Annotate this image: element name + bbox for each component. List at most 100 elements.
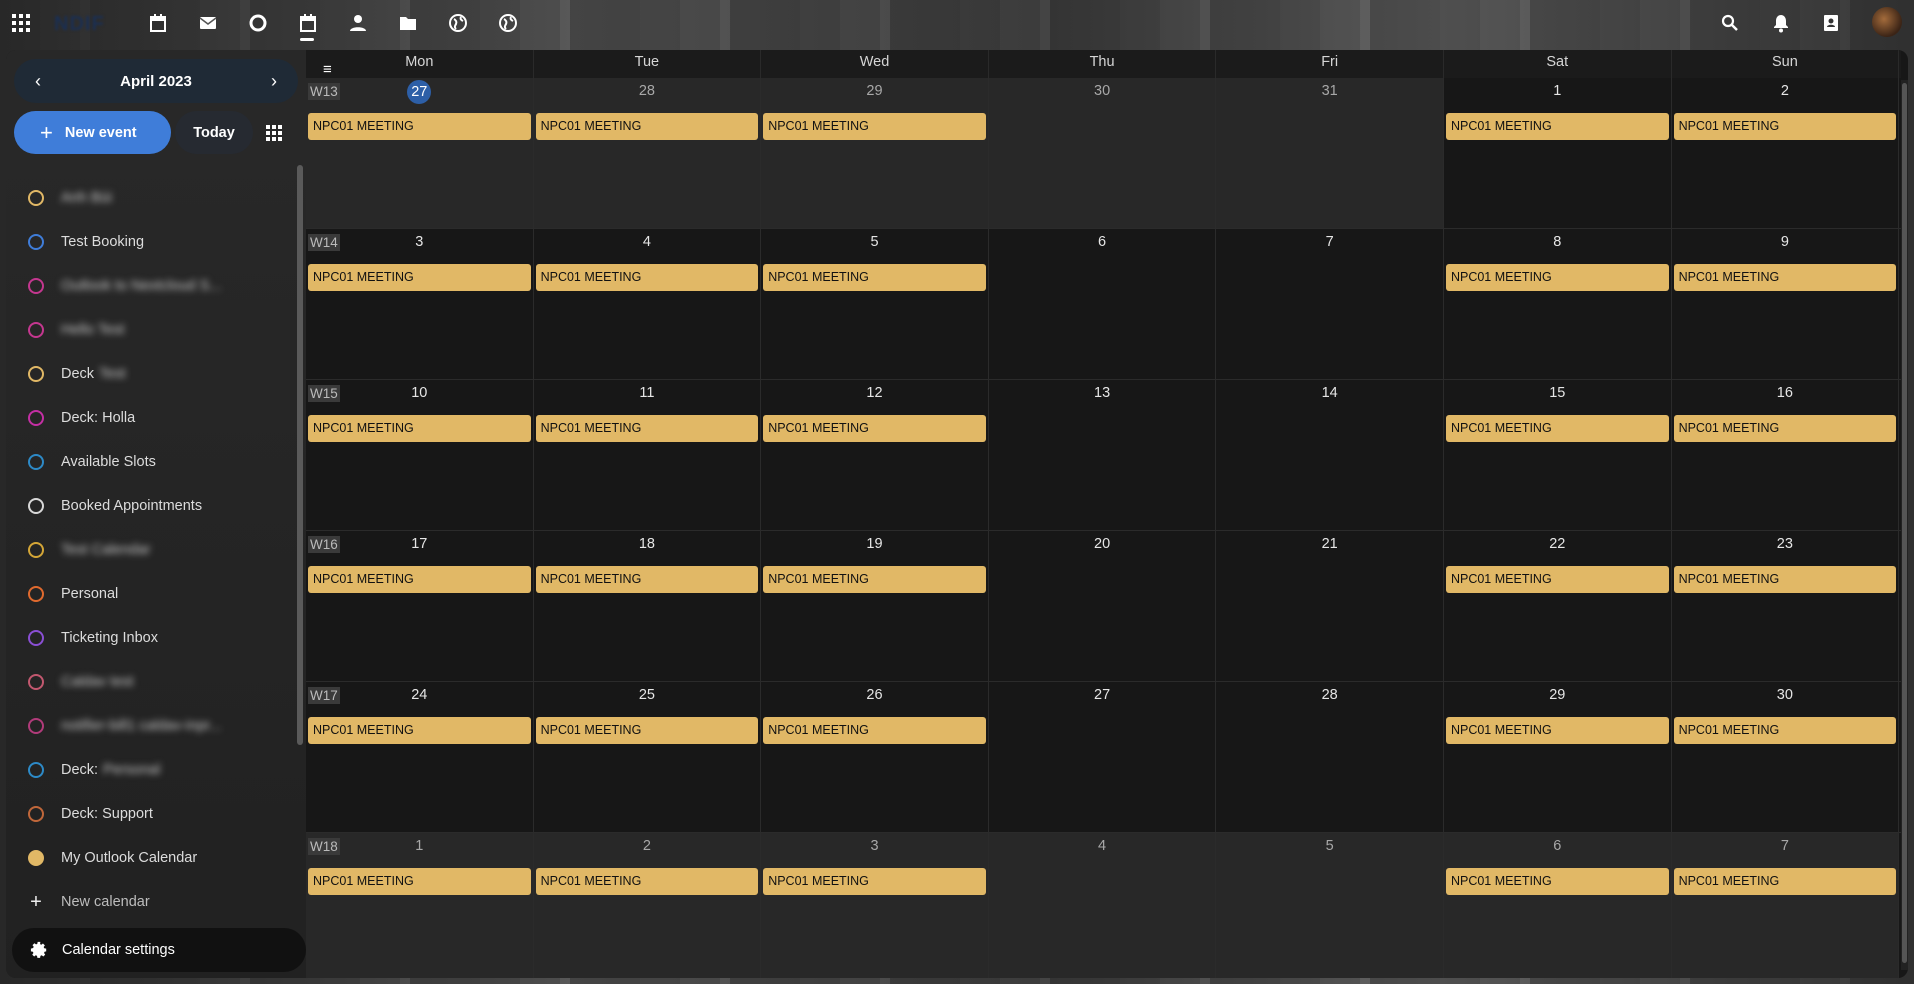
- calendar-event[interactable]: NPC01 MEETING: [763, 113, 986, 140]
- calendar-color-dot[interactable]: [28, 234, 44, 250]
- day-number[interactable]: 10: [306, 385, 533, 401]
- day-cell[interactable]: 29 NPC01 MEETING: [761, 78, 989, 228]
- day-cell[interactable]: 28 NPC01 MEETING: [533, 78, 762, 228]
- calendar-event[interactable]: NPC01 MEETING: [308, 415, 531, 442]
- calendar-color-dot[interactable]: [28, 674, 44, 690]
- bell-icon[interactable]: [1769, 11, 1793, 35]
- day-cell[interactable]: 17 NPC01 MEETING: [306, 531, 534, 681]
- day-cell[interactable]: 23 NPC01 MEETING: [1672, 531, 1900, 681]
- day-cell[interactable]: 27: [989, 682, 1217, 832]
- day-number[interactable]: 29: [1444, 687, 1671, 703]
- calendar-app-icon[interactable]: [146, 11, 170, 35]
- day-cell[interactable]: 11 NPC01 MEETING: [534, 380, 762, 530]
- day-number[interactable]: 3: [306, 234, 533, 250]
- view-grid-icon[interactable]: [262, 121, 284, 143]
- day-number[interactable]: 27: [989, 687, 1216, 703]
- day-number[interactable]: 21: [1216, 536, 1443, 552]
- day-number[interactable]: 1: [1444, 83, 1671, 99]
- calendar-event[interactable]: NPC01 MEETING: [1673, 264, 1897, 291]
- calendar-event[interactable]: NPC01 MEETING: [763, 717, 986, 744]
- day-cell[interactable]: 27 NPC01 MEETING: [306, 78, 534, 228]
- calendar-color-dot[interactable]: [28, 806, 44, 822]
- day-number[interactable]: 20: [989, 536, 1216, 552]
- calendar-item[interactable]: Ticketing Inbox: [6, 616, 296, 660]
- calendar-event[interactable]: NPC01 MEETING: [308, 868, 531, 895]
- calendar-item[interactable]: Hello Test: [6, 308, 296, 352]
- day-number[interactable]: 18: [534, 536, 761, 552]
- calendar-event[interactable]: NPC01 MEETING: [535, 264, 759, 291]
- calendar-event[interactable]: NPC01 MEETING: [535, 566, 759, 593]
- day-number[interactable]: 9: [1672, 234, 1899, 250]
- day-number[interactable]: 8: [1444, 234, 1671, 250]
- day-number[interactable]: 1: [306, 838, 533, 854]
- day-cell[interactable]: 14: [1216, 380, 1444, 530]
- calendar-color-dot[interactable]: [28, 190, 44, 206]
- calendar-color-dot[interactable]: [28, 586, 44, 602]
- day-cell[interactable]: 24 NPC01 MEETING: [306, 682, 534, 832]
- calendar-color-dot[interactable]: [28, 278, 44, 294]
- calendar-event[interactable]: NPC01 MEETING: [763, 868, 986, 895]
- week-number[interactable]: W17: [308, 687, 340, 704]
- day-cell[interactable]: 28: [1216, 682, 1444, 832]
- calendar-active-icon[interactable]: [296, 11, 320, 35]
- day-cell[interactable]: 30 NPC01 MEETING: [1672, 682, 1900, 832]
- day-cell[interactable]: 20: [989, 531, 1217, 681]
- calendar-event[interactable]: NPC01 MEETING: [763, 264, 986, 291]
- day-cell[interactable]: 6 NPC01 MEETING: [1443, 833, 1672, 978]
- calendar-event[interactable]: NPC01 MEETING: [308, 264, 531, 291]
- calendar-item[interactable]: notifier-bill1 caldav-inpr...: [6, 704, 296, 748]
- day-cell[interactable]: 12 NPC01 MEETING: [761, 380, 989, 530]
- day-number[interactable]: 19: [761, 536, 988, 552]
- calendar-event[interactable]: NPC01 MEETING: [535, 415, 759, 442]
- day-number[interactable]: 4: [989, 838, 1216, 854]
- day-cell[interactable]: 3 NPC01 MEETING: [761, 833, 989, 978]
- calendar-event[interactable]: NPC01 MEETING: [1445, 113, 1669, 140]
- circle-app-icon[interactable]: [246, 11, 270, 35]
- calendar-event[interactable]: NPC01 MEETING: [308, 717, 531, 744]
- calendar-color-dot[interactable]: [28, 454, 44, 470]
- calendar-item[interactable]: My Outlook Calendar: [6, 836, 296, 880]
- day-number[interactable]: 3: [761, 838, 988, 854]
- day-number[interactable]: 2: [534, 838, 761, 854]
- today-button[interactable]: Today: [175, 111, 253, 154]
- toggle-sidebar-icon[interactable]: ≡: [323, 62, 339, 77]
- chevron-left-icon[interactable]: ‹: [24, 67, 52, 95]
- calendar-item[interactable]: Booked Appointments: [6, 484, 296, 528]
- calendar-color-dot[interactable]: [28, 366, 44, 382]
- day-cell[interactable]: 18 NPC01 MEETING: [534, 531, 762, 681]
- calendar-settings-button[interactable]: Calendar settings: [12, 928, 306, 972]
- day-cell[interactable]: 4: [988, 833, 1217, 978]
- calendar-event[interactable]: NPC01 MEETING: [308, 566, 531, 593]
- calendar-event[interactable]: NPC01 MEETING: [535, 717, 759, 744]
- calendar-event[interactable]: NPC01 MEETING: [1445, 868, 1669, 895]
- calendar-event[interactable]: NPC01 MEETING: [1445, 415, 1669, 442]
- globe-2-icon[interactable]: [496, 11, 520, 35]
- day-number[interactable]: 6: [989, 234, 1216, 250]
- globe-icon[interactable]: [446, 11, 470, 35]
- day-cell[interactable]: 16 NPC01 MEETING: [1672, 380, 1900, 530]
- calendar-color-dot[interactable]: [28, 498, 44, 514]
- day-cell[interactable]: 22 NPC01 MEETING: [1444, 531, 1672, 681]
- day-number[interactable]: 15: [1444, 385, 1671, 401]
- calendar-event[interactable]: NPC01 MEETING: [308, 113, 531, 140]
- day-number[interactable]: 6: [1444, 838, 1671, 854]
- day-cell[interactable]: 7 NPC01 MEETING: [1671, 833, 1900, 978]
- calendar-event[interactable]: NPC01 MEETING: [1445, 717, 1669, 744]
- calendar-event[interactable]: NPC01 MEETING: [535, 113, 759, 140]
- day-cell[interactable]: 30: [988, 78, 1217, 228]
- day-cell[interactable]: 15 NPC01 MEETING: [1444, 380, 1672, 530]
- calendar-item[interactable]: Outlook to Nextcloud S...: [6, 264, 296, 308]
- day-number[interactable]: 24: [306, 687, 533, 703]
- day-cell[interactable]: 6: [989, 229, 1217, 379]
- calendar-color-dot[interactable]: [28, 542, 44, 558]
- day-number[interactable]: 13: [989, 385, 1216, 401]
- calendar-event[interactable]: NPC01 MEETING: [763, 566, 986, 593]
- calendar-event[interactable]: NPC01 MEETING: [535, 868, 759, 895]
- new-calendar-button[interactable]: + New calendar: [6, 880, 296, 924]
- day-number[interactable]: 17: [306, 536, 533, 552]
- chevron-right-icon[interactable]: ›: [260, 67, 288, 95]
- calendar-item[interactable]: Anh Bùi: [6, 176, 296, 220]
- day-number[interactable]: 27: [306, 80, 533, 104]
- mail-icon[interactable]: [196, 11, 220, 35]
- day-number[interactable]: 30: [1672, 687, 1899, 703]
